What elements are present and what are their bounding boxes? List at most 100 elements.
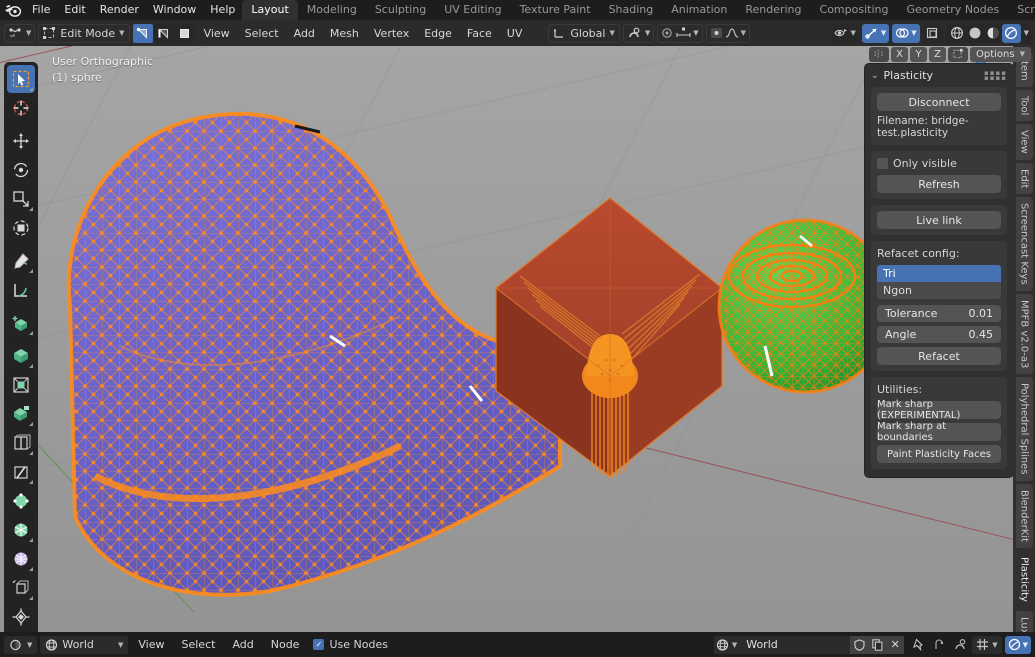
workspace-tab-uv-editing[interactable]: UV Editing xyxy=(435,0,510,20)
shader-type-selector[interactable]: World ▼ xyxy=(40,635,129,654)
tolerance-field[interactable]: Tolerance 0.01 xyxy=(877,305,1001,322)
overlays-icon[interactable]: ▼ xyxy=(892,23,920,43)
sidebar-tab-plasticity[interactable]: Plasticity xyxy=(1015,550,1033,608)
shading-material-icon[interactable] xyxy=(984,24,1002,42)
node-snap-parent-icon[interactable] xyxy=(930,636,948,654)
viewport-menu-add[interactable]: Add xyxy=(288,25,321,42)
workspace-tab-sculpting[interactable]: Sculpting xyxy=(366,0,435,20)
sidebar-tab-mpfb[interactable]: MPFB v2.0-a3 xyxy=(1015,293,1033,375)
viewport-menu-vertex[interactable]: Vertex xyxy=(368,25,415,42)
spin-tool[interactable] xyxy=(7,516,35,544)
workspace-tab-animation[interactable]: Animation xyxy=(662,0,736,20)
sidebar-tab-view[interactable]: View xyxy=(1015,124,1033,160)
checkbox-checked-icon[interactable]: ✓ xyxy=(313,639,325,650)
live-link-button[interactable]: Live link xyxy=(877,211,1001,229)
scale-tool[interactable] xyxy=(7,185,35,213)
transform-tool[interactable] xyxy=(7,214,35,242)
viewport-menu-face[interactable]: Face xyxy=(461,25,498,42)
mesh-symmetry-icon[interactable] xyxy=(869,46,890,62)
panel-header[interactable]: ⌄ Plasticity ▪▪▪▪ ▪▪▪▪ xyxy=(865,64,1013,87)
shading-solid-icon[interactable] xyxy=(966,24,984,42)
poly-build-tool[interactable] xyxy=(7,487,35,515)
node-menu-view[interactable]: View xyxy=(131,636,171,653)
workspace-tab-texture-paint[interactable]: Texture Paint xyxy=(511,0,600,20)
snap-grid-icon[interactable]: ▼ xyxy=(972,635,1002,654)
menu-file[interactable]: File xyxy=(25,1,57,19)
workspace-tab-layout[interactable]: Layout xyxy=(242,0,298,20)
mirror-options-dropdown[interactable]: ▼ xyxy=(705,23,751,43)
proportional-editing-dropdown[interactable]: ▼ xyxy=(657,23,703,43)
duplicate-icon[interactable] xyxy=(868,635,887,654)
workspace-tab-scripting[interactable]: Scripting xyxy=(1008,0,1035,20)
viewport-menu-edge[interactable]: Edge xyxy=(418,25,458,42)
editor-type-3dview-icon[interactable]: ▼ xyxy=(4,23,36,43)
overlay-sphere-icon[interactable]: ▼ xyxy=(1004,635,1031,654)
menu-render[interactable]: Render xyxy=(93,1,146,19)
world-name[interactable]: World xyxy=(740,638,850,651)
snap-dropdown[interactable]: ▼ xyxy=(622,23,655,43)
unlink-x-icon[interactable]: ✕ xyxy=(886,635,905,654)
node-menu-select[interactable]: Select xyxy=(175,636,223,653)
options-dropdown[interactable]: Options ▼ xyxy=(970,46,1031,62)
xray-toggle-icon[interactable] xyxy=(922,23,943,43)
topology-mirror-icon[interactable] xyxy=(948,46,969,62)
mark-sharp-experimental-button[interactable]: Mark sharp (EXPERIMENTAL) xyxy=(877,399,1001,421)
menu-help[interactable]: Help xyxy=(203,1,242,19)
add-cube-tool[interactable] xyxy=(7,309,35,337)
sidebar-tab-screencast-keys[interactable]: Screencast Keys xyxy=(1015,197,1033,291)
workspace-tab-compositing[interactable]: Compositing xyxy=(811,0,898,20)
edge-slide-tool[interactable] xyxy=(7,574,35,602)
tweak-select-box-tool[interactable] xyxy=(7,65,35,93)
viewport-menu-select[interactable]: Select xyxy=(239,25,285,42)
sidebar-tab-tool[interactable]: Tool xyxy=(1015,89,1033,122)
sidebar-tab-blenderkit[interactable]: BlenderKit xyxy=(1015,483,1033,548)
workspace-tab-rendering[interactable]: Rendering xyxy=(736,0,810,20)
world-data-icon[interactable] xyxy=(713,635,732,654)
refacet-option-tri[interactable]: Tri xyxy=(877,265,1001,282)
node-menu-node[interactable]: Node xyxy=(264,636,307,653)
inset-faces-tool[interactable] xyxy=(7,371,35,399)
extrude-region-tool[interactable] xyxy=(7,342,35,370)
viewport-menu-mesh[interactable]: Mesh xyxy=(324,25,365,42)
bevel-tool[interactable] xyxy=(7,400,35,428)
move-tool[interactable] xyxy=(7,127,35,155)
checkbox-box[interactable] xyxy=(877,158,888,169)
viewport-menu-view[interactable]: View xyxy=(198,25,236,42)
shading-rendered-icon[interactable] xyxy=(1001,23,1021,43)
symmetry-axis-z[interactable]: Z xyxy=(929,46,947,62)
mark-sharp-at-boundaries-button[interactable]: Mark sharp at boundaries xyxy=(877,421,1001,443)
workspace-tab-shading[interactable]: Shading xyxy=(600,0,663,20)
symmetry-axis-x[interactable]: X xyxy=(891,46,909,62)
grip-dots-icon[interactable]: ▪▪▪▪ ▪▪▪▪ xyxy=(984,69,1007,81)
face-select-icon[interactable] xyxy=(174,23,195,43)
refacet-button[interactable]: Refacet xyxy=(877,347,1001,365)
use-nodes-checkbox[interactable]: ✓ Use Nodes xyxy=(309,638,392,651)
workspace-tab-geometry-nodes[interactable]: Geometry Nodes xyxy=(897,0,1008,20)
disconnect-button[interactable]: Disconnect xyxy=(877,93,1001,111)
viewport-menu-uv[interactable]: UV xyxy=(501,25,529,42)
workspace-tab-modeling[interactable]: Modeling xyxy=(298,0,366,20)
mode-selector[interactable]: Edit Mode ▼ xyxy=(38,23,130,43)
symmetry-axis-y[interactable]: Y xyxy=(910,46,928,62)
refacet-option-ngon[interactable]: Ngon xyxy=(877,282,1001,299)
vertex-select-icon[interactable] xyxy=(132,23,153,43)
shading-wireframe-icon[interactable] xyxy=(948,24,966,42)
shrink-fatten-tool[interactable] xyxy=(7,603,35,631)
sidebar-tab-luxcore[interactable]: LuxCoreOnlineLibr xyxy=(1015,610,1033,632)
fake-user-shield-icon[interactable] xyxy=(850,635,869,654)
edge-select-icon[interactable] xyxy=(153,23,174,43)
only-visible-checkbox[interactable]: Only visible xyxy=(877,157,1001,170)
pin-icon[interactable] xyxy=(909,636,927,654)
blender-logo-icon[interactable] xyxy=(4,2,21,18)
gizmo-icon[interactable]: ▼ xyxy=(861,23,890,43)
shader-editor-icon[interactable]: ▼ xyxy=(4,635,38,654)
menu-edit[interactable]: Edit xyxy=(57,1,92,19)
cursor-tool[interactable] xyxy=(7,94,35,122)
transform-orientation-selector[interactable]: Global ▼ xyxy=(548,23,620,43)
refresh-button[interactable]: Refresh xyxy=(877,175,1001,193)
loop-cut-tool[interactable] xyxy=(7,429,35,457)
angle-field[interactable]: Angle 0.45 xyxy=(877,326,1001,343)
snap-magnet-icon[interactable] xyxy=(951,636,969,654)
knife-tool[interactable] xyxy=(7,458,35,486)
visibility-selectability-icon[interactable]: ▼ xyxy=(831,23,859,43)
